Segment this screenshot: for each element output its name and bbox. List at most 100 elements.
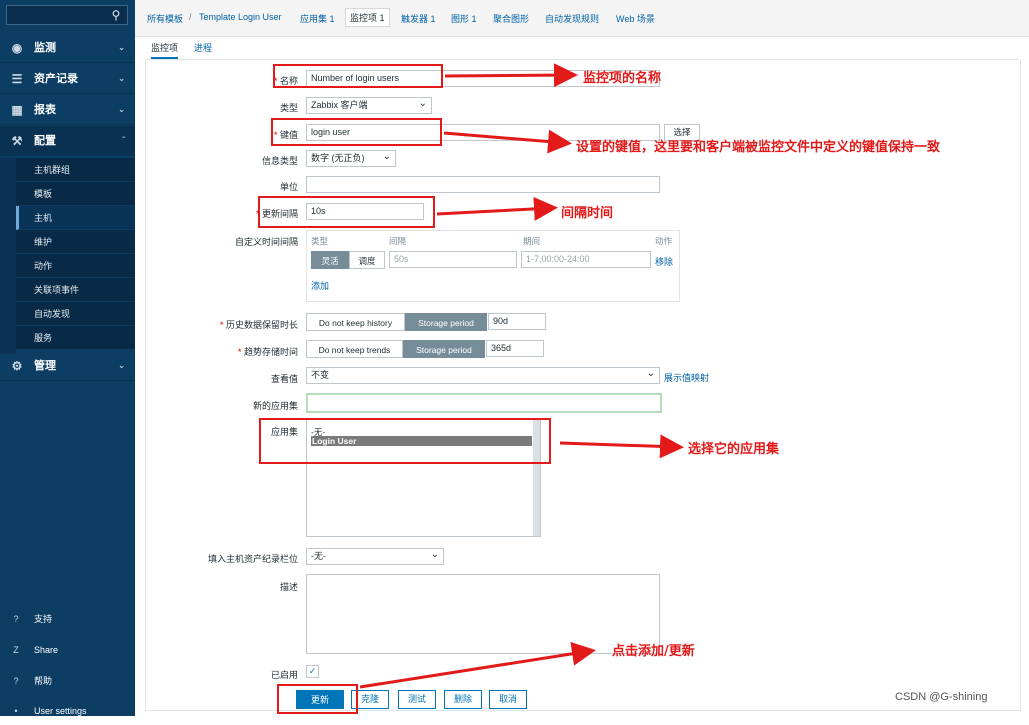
- menu-monitoring[interactable]: ◉ 监测 ⌄: [0, 33, 135, 63]
- type-label: 类型: [279, 103, 298, 113]
- custom-interval-col-type: 类型: [311, 236, 329, 246]
- test-button[interactable]: 测试: [398, 690, 436, 709]
- wrench-icon: ⚒: [11, 134, 23, 148]
- show-valuemap-link[interactable]: 展示值映射: [664, 371, 709, 384]
- tab-item[interactable]: 监控项: [151, 41, 179, 59]
- chevron-down-icon: ⌄: [118, 74, 125, 83]
- annotation-box-key: [271, 118, 442, 146]
- breadcrumb-separator: /: [189, 12, 192, 22]
- trends-label-text: 趋势存储时间: [243, 347, 298, 357]
- menu-inventory[interactable]: ☰ 资产记录 ⌄: [0, 64, 135, 94]
- submenu-templates[interactable]: 模板: [16, 182, 135, 206]
- sidebar-help[interactable]: ? 帮助: [0, 667, 135, 695]
- delete-button[interactable]: 删除: [444, 690, 482, 709]
- submenu-strip: [0, 158, 16, 354]
- custom-interval-col-action: 动作: [655, 236, 673, 246]
- annotation-name-text: 监控项的名称: [583, 71, 662, 86]
- units-label: 单位: [279, 182, 298, 192]
- annotation-interval-text: 间隔时间: [561, 206, 614, 221]
- nav-discovery-rules[interactable]: 自动发现规则: [545, 12, 599, 25]
- submenu-services[interactable]: 服务: [16, 326, 135, 350]
- submenu-event-correlation[interactable]: 关联项事件: [16, 278, 135, 302]
- submenu-host-groups[interactable]: 主机群组: [16, 158, 135, 182]
- sidebar-support-label: 支持: [34, 614, 53, 624]
- custom-interval-input[interactable]: 50s: [389, 251, 517, 268]
- sidebar-user-settings-label: User settings: [34, 706, 87, 716]
- nav-items[interactable]: 监控项 1: [345, 8, 390, 27]
- share-icon: Z: [13, 645, 19, 655]
- scheduling-toggle[interactable]: 调度: [349, 251, 385, 269]
- trends-storage-toggle[interactable]: Storage period: [403, 340, 485, 358]
- nav-triggers[interactable]: 触发器 1: [401, 12, 436, 25]
- search-icon[interactable]: ⚲: [109, 8, 123, 22]
- menu-configuration[interactable]: ⚒ 配置 ˆ: [0, 126, 135, 156]
- support-icon: ?: [13, 614, 19, 624]
- submenu-maintenance[interactable]: 维护: [16, 230, 135, 254]
- nav-applications[interactable]: 应用集 1: [300, 12, 335, 25]
- menu-administration-label: 管理: [34, 360, 56, 372]
- help-icon: ?: [13, 676, 19, 686]
- trends-period-input[interactable]: 365d: [486, 340, 544, 357]
- info-type-select[interactable]: 数字 (无正负): [306, 150, 396, 167]
- sidebar: ⚲ ◉ 监测 ⌄ ☰ 资产记录 ⌄ ▦ 报表 ⌄ ⚒ 配置 ˆ 主机群组 模板 …: [0, 0, 135, 716]
- inventory-select[interactable]: -无-: [306, 548, 444, 565]
- custom-interval-add-link[interactable]: 添加: [311, 279, 329, 292]
- annotation-box-name: [273, 64, 443, 88]
- flexible-toggle[interactable]: 灵活: [311, 251, 349, 269]
- chevron-down-icon: ⌄: [118, 105, 125, 114]
- eye-icon: ◉: [11, 41, 23, 55]
- list-icon: ☰: [11, 72, 23, 86]
- nav-graphs[interactable]: 图形 1: [451, 12, 477, 25]
- custom-interval-label: 自定义时间间隔: [234, 237, 298, 247]
- chevron-down-icon: ⌄: [118, 43, 125, 52]
- valuemap-label: 查看值: [270, 374, 298, 384]
- menu-monitoring-label: 监测: [34, 42, 56, 54]
- search-input[interactable]: ⚲: [6, 5, 128, 25]
- user-icon: •: [14, 706, 18, 716]
- type-select[interactable]: Zabbix 客户端: [306, 97, 432, 114]
- info-type-label: 信息类型: [261, 156, 298, 166]
- breadcrumb-nav: 所有模板 / Template Login User 应用集 1 监控项 1 触…: [135, 0, 1029, 37]
- annotation-box-submit: [277, 684, 358, 714]
- inventory-label: 填入主机资产纪录栏位: [207, 554, 298, 564]
- new-app-input[interactable]: [306, 393, 662, 413]
- chevron-up-icon: ˆ: [122, 136, 125, 145]
- valuemap-select[interactable]: 不变: [306, 367, 660, 384]
- custom-interval-table: 类型 间隔 期间 动作 灵活 调度 50s 1-7,00:00-24:00 移除…: [306, 230, 680, 302]
- history-no-keep-toggle[interactable]: Do not keep history: [306, 313, 405, 331]
- menu-reports[interactable]: ▦ 报表 ⌄: [0, 95, 135, 125]
- cancel-button[interactable]: 取消: [489, 690, 527, 709]
- sidebar-support[interactable]: ? 支持: [0, 605, 135, 633]
- custom-interval-col-period: 期间: [523, 236, 541, 246]
- history-period-input[interactable]: 90d: [488, 313, 546, 330]
- description-textarea[interactable]: [306, 574, 660, 654]
- submenu-actions[interactable]: 动作: [16, 254, 135, 278]
- units-input[interactable]: [306, 176, 660, 193]
- enabled-checkbox[interactable]: ✓: [306, 665, 319, 678]
- bar-chart-icon: ▦: [11, 103, 23, 117]
- nav-screens[interactable]: 聚合图形: [493, 12, 529, 25]
- annotation-box-apps: [259, 418, 551, 464]
- new-app-label: 新的应用集: [252, 401, 298, 411]
- description-label: 描述: [279, 582, 298, 592]
- annotation-submit-text: 点击添加/更新: [612, 644, 695, 659]
- trends-no-keep-toggle[interactable]: Do not keep trends: [306, 340, 403, 358]
- submenu-hosts[interactable]: 主机: [16, 206, 135, 230]
- menu-administration[interactable]: ⚙ 管理 ⌄: [0, 351, 135, 381]
- chevron-down-icon: ⌄: [118, 361, 125, 370]
- breadcrumb-all-templates[interactable]: 所有模板: [147, 12, 183, 25]
- breadcrumb-template[interactable]: Template Login User: [199, 12, 282, 22]
- custom-period-input[interactable]: 1-7,00:00-24:00: [521, 251, 651, 268]
- menu-inventory-label: 资产记录: [34, 73, 78, 85]
- custom-interval-remove-link[interactable]: 移除: [655, 255, 673, 268]
- menu-reports-label: 报表: [34, 104, 56, 116]
- sidebar-user-settings[interactable]: • User settings: [0, 697, 135, 725]
- sidebar-share[interactable]: Z Share: [0, 636, 135, 664]
- history-label: * 历史数据保留时长: [220, 318, 298, 331]
- custom-interval-col-interval: 间隔: [389, 236, 407, 246]
- nav-web-scenarios[interactable]: Web 场景: [616, 12, 655, 25]
- history-storage-toggle[interactable]: Storage period: [405, 313, 487, 331]
- tab-preprocessing[interactable]: 进程: [194, 41, 212, 54]
- watermark: CSDN @G-shining: [895, 691, 988, 703]
- submenu-discovery[interactable]: 自动发现: [16, 302, 135, 326]
